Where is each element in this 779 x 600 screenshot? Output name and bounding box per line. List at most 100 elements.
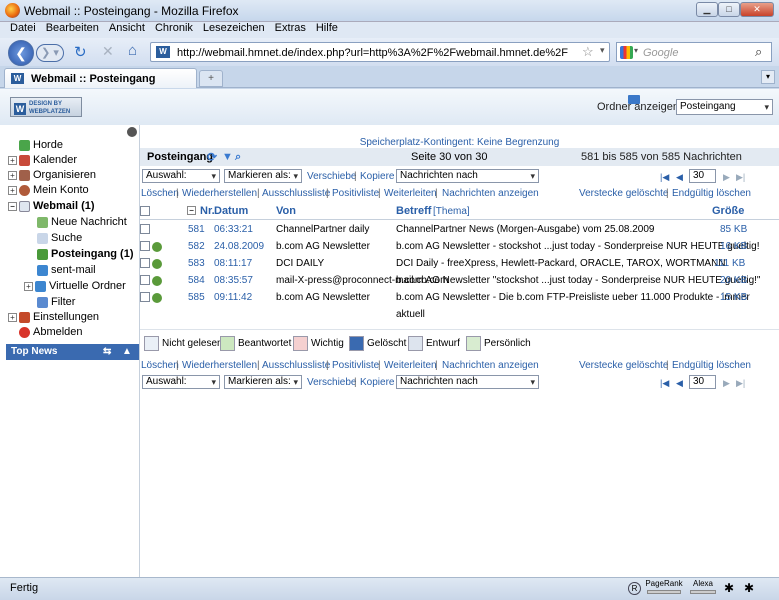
kopiere-link[interactable]: Kopiere (360, 374, 394, 391)
sidebar-item-virtuelle-ordner[interactable]: + Virtuelle Ordner (24, 279, 126, 294)
menu-hilfe[interactable]: Hilfe (316, 22, 338, 34)
col-von[interactable]: Von (276, 203, 296, 220)
back-button[interactable]: ❮ (8, 40, 34, 66)
minimize-button[interactable]: ▁ (696, 2, 718, 17)
table-row[interactable]: 582 24.08.2009 b.com AG Newsletter b.com… (140, 238, 779, 255)
close-button[interactable]: ✕ (740, 2, 774, 17)
loeschen-link[interactable]: Löschen (141, 357, 179, 374)
select-all-checkbox[interactable] (140, 206, 150, 216)
reload-icon[interactable]: ↻ (74, 43, 87, 61)
verstecke-geloeschte-link[interactable]: Verstecke gelöschte (579, 185, 669, 202)
sidebar-item-neue-nachricht[interactable]: Neue Nachricht (37, 215, 127, 230)
table-row[interactable]: 585 09:11:42 b.com AG Newsletter b.com A… (140, 289, 779, 320)
new-tab-button[interactable]: + (199, 70, 223, 87)
table-row[interactable]: 584 08:35:57 mail-X-press@proconnect-mai… (140, 272, 779, 289)
folder-select[interactable]: Posteingang (676, 99, 773, 115)
bookmark-star-icon[interactable]: ☆ (582, 44, 594, 60)
ordner-anzeigen-link[interactable]: Ordner anzeigen (597, 101, 679, 113)
next-page-icon[interactable]: ▶ (723, 375, 730, 392)
row-betreff[interactable]: b.com AG Newsletter "stockshot ...just t… (396, 272, 760, 289)
row-checkbox[interactable] (140, 241, 150, 251)
sidebar-item-kalender[interactable]: + Kalender (8, 153, 77, 168)
url-bar[interactable]: W http://webmail.hmnet.de/index.php?url=… (150, 42, 610, 62)
last-page-icon[interactable]: ▶| (736, 375, 745, 392)
row-betreff[interactable]: ChannelPartner News (Morgen-Ausgabe) vom… (396, 221, 654, 238)
sidebar-item-organisieren[interactable]: + Organisieren (8, 168, 96, 183)
menu-lesezeichen[interactable]: Lesezeichen (203, 22, 265, 34)
nachrichten-nach-select[interactable]: Nachrichten nach (396, 375, 539, 389)
sidebar-gear-icon[interactable] (127, 127, 137, 137)
menu-datei[interactable]: Datei (10, 22, 36, 34)
col-groesse[interactable]: Größe (712, 203, 744, 220)
addon-icon[interactable]: R (628, 582, 641, 595)
row-von[interactable]: b.com AG Newsletter (276, 289, 370, 306)
table-row[interactable]: 583 08:11:17 DCI DAILY DCI Daily - freeX… (140, 255, 779, 272)
page-input[interactable]: 30 (689, 169, 716, 183)
menu-chronik[interactable]: Chronik (155, 22, 193, 34)
menu-ansicht[interactable]: Ansicht (109, 22, 145, 34)
col-thema[interactable]: [Thema] (433, 203, 470, 220)
sidebar-item-posteingang[interactable]: Posteingang (1) (37, 247, 134, 262)
ausschlussliste-link[interactable]: Ausschlussliste (262, 357, 330, 374)
weiterleiten-link[interactable]: Weiterleiten (384, 185, 437, 202)
prev-page-icon[interactable]: ◀ (676, 169, 683, 186)
tab-list-button[interactable]: ▾ (761, 70, 775, 84)
sidebar-item-einstellungen[interactable]: + Einstellungen (8, 310, 99, 325)
first-page-icon[interactable]: |◀ (660, 169, 669, 186)
sidebar-item-horde[interactable]: Horde (8, 138, 63, 153)
google-icon[interactable] (620, 46, 633, 59)
sidebar-item-suche[interactable]: Suche (37, 231, 82, 246)
endgueltig-loeschen-link[interactable]: Endgültig löschen (672, 185, 751, 202)
refresh-icon[interactable]: ⟳ (207, 148, 217, 166)
menu-extras[interactable]: Extras (275, 22, 306, 34)
sidebar-item-filter[interactable]: Filter (37, 295, 75, 310)
prev-page-icon[interactable]: ◀ (676, 375, 683, 392)
alexa-widget[interactable]: Alexa (688, 580, 718, 596)
col-datum[interactable]: Datum (214, 203, 248, 220)
markieren-select[interactable]: Markieren als: (224, 375, 302, 389)
col-nr[interactable]: Nr. (200, 203, 215, 220)
ausschlussliste-link[interactable]: Ausschlussliste (262, 185, 330, 202)
loeschen-link[interactable]: Löschen (141, 185, 179, 202)
positivliste-link[interactable]: Positivliste (332, 357, 379, 374)
sidebar-item-sent-mail[interactable]: sent-mail (37, 263, 96, 278)
refresh-icon[interactable]: ⇆ (103, 344, 111, 360)
search-box[interactable]: ▾ Google ⌕ (616, 42, 772, 62)
sidebar-item-meinkonto[interactable]: + Mein Konto (8, 183, 89, 198)
row-von[interactable]: DCI DAILY (276, 255, 324, 272)
row-betreff[interactable]: DCI Daily - freeXpress, Hewlett-Packard,… (396, 255, 726, 272)
page-input[interactable]: 30 (689, 375, 716, 389)
col-betreff[interactable]: Betreff (396, 203, 431, 220)
gear-icon[interactable]: ✱ (724, 581, 734, 595)
nachrichten-anzeigen-link[interactable]: Nachrichten anzeigen (442, 185, 539, 202)
nachrichten-nach-select[interactable]: Nachrichten nach (396, 169, 539, 183)
row-checkbox[interactable] (140, 275, 150, 285)
row-checkbox[interactable] (140, 292, 150, 302)
row-von[interactable]: ChannelPartner daily (276, 221, 369, 238)
sidebar-item-webmail[interactable]: − Webmail (1) (8, 199, 95, 214)
row-checkbox[interactable] (140, 224, 150, 234)
search-icon[interactable]: ⌕ (755, 44, 762, 60)
row-betreff[interactable]: b.com AG Newsletter - stockshot ...just … (396, 238, 759, 255)
pagerank-widget[interactable]: PageRank (645, 580, 683, 596)
engine-dropdown-icon[interactable]: ▾ (634, 46, 638, 55)
maximize-button[interactable]: □ (718, 2, 740, 17)
collapse-icon[interactable]: ▲ (122, 344, 132, 360)
auswahl-select[interactable]: Auswahl: (142, 375, 220, 389)
row-checkbox[interactable] (140, 258, 150, 268)
wiederherstellen-link[interactable]: Wiederherstellen (182, 357, 257, 374)
weiterleiten-link[interactable]: Weiterleiten (384, 357, 437, 374)
tab-webmail[interactable]: W Webmail :: Posteingang (4, 68, 197, 88)
verschiebe-link[interactable]: Verschiebe (307, 374, 356, 391)
filter-icon[interactable]: ▼ (222, 148, 233, 166)
sort-icon[interactable]: − (187, 206, 196, 215)
row-von[interactable]: b.com AG Newsletter (276, 238, 370, 255)
gear-icon[interactable]: ✱ (744, 581, 754, 595)
next-page-icon[interactable]: ▶ (723, 169, 730, 186)
endgueltig-loeschen-link[interactable]: Endgültig löschen (672, 357, 751, 374)
kopiere-link[interactable]: Kopiere (360, 168, 394, 185)
nachrichten-anzeigen-link[interactable]: Nachrichten anzeigen (442, 357, 539, 374)
home-icon[interactable]: ⌂ (128, 42, 137, 59)
table-row[interactable]: 581 06:33:21 ChannelPartner daily Channe… (140, 221, 779, 238)
wiederherstellen-link[interactable]: Wiederherstellen (182, 185, 257, 202)
